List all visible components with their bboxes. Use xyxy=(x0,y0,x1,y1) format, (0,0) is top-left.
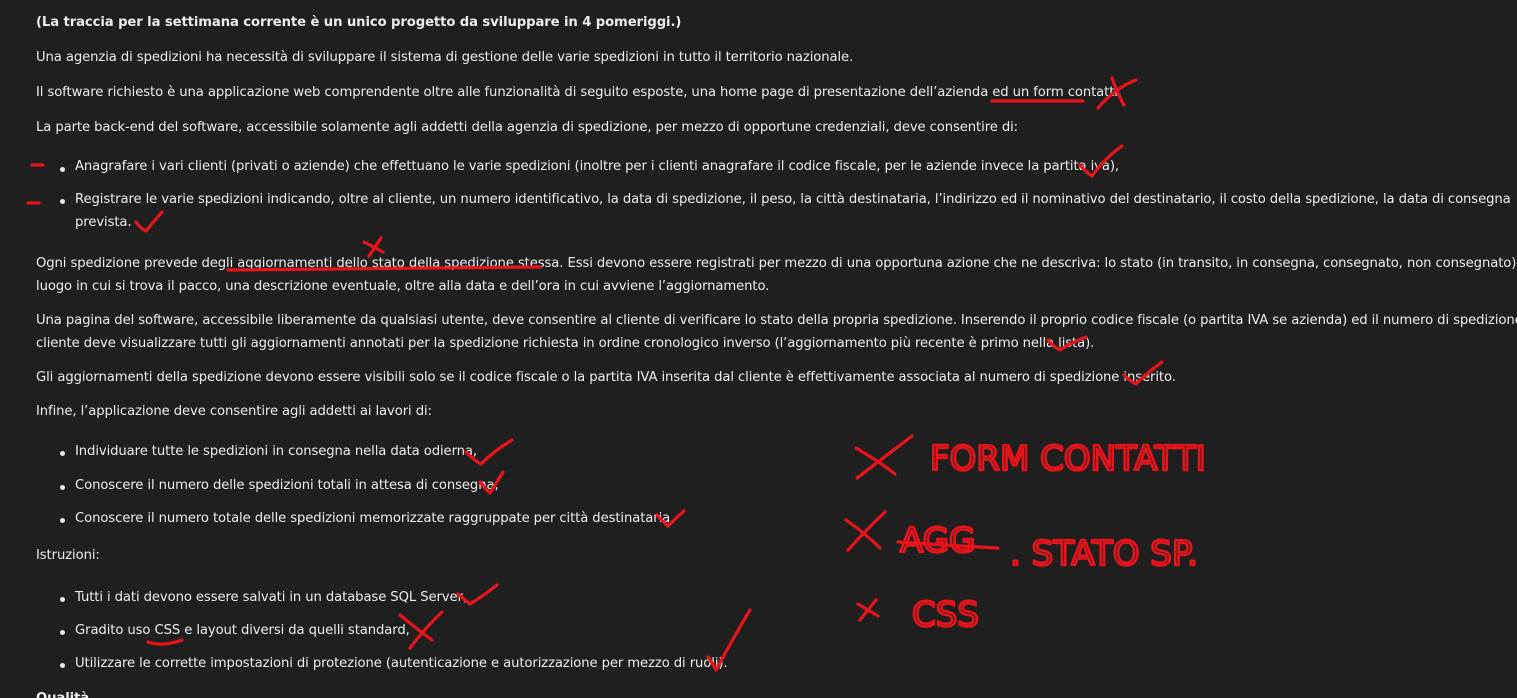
bullet-dot xyxy=(60,597,65,602)
list-item-spedizioni-cont: prevista. xyxy=(75,215,132,230)
paragraph-backend: La parte back-end del software, accessib… xyxy=(36,120,1019,135)
list-item-attesa: Conoscere il numero delle spedizioni tot… xyxy=(75,478,499,493)
document-heading: (La traccia per la settimana corrente è … xyxy=(36,15,682,30)
bullet-dot xyxy=(60,167,65,172)
document-page: (La traccia per la settimana corrente è … xyxy=(0,0,1517,698)
paragraph-aggiornamenti: Ogni spedizione prevede degli aggiorname… xyxy=(36,256,1517,271)
paragraph-software: Il software richiesto è una applicazione… xyxy=(36,85,1122,100)
list-item-per-citta: Conoscere il numero totale delle spedizi… xyxy=(75,511,675,526)
list-item-css: Gradito uso CSS e layout diversi da quel… xyxy=(75,623,410,638)
bullet-dot xyxy=(60,485,65,490)
cutoff-heading: Qualità xyxy=(36,688,89,698)
paragraph-istruzioni: Istruzioni: xyxy=(36,548,100,563)
bullet-dot xyxy=(60,199,65,204)
bullet-dot xyxy=(60,630,65,635)
paragraph-pagina-pubblica-cont: cliente deve visualizzare tutti gli aggi… xyxy=(36,336,1095,351)
list-item-consegna-oggi: Individuare tutte le spedizioni in conse… xyxy=(75,444,477,459)
paragraph-infine: Infine, l’applicazione deve consentire a… xyxy=(36,404,432,419)
paragraph-intro: Una agenzia di spedizioni ha necessità d… xyxy=(36,50,854,65)
bullet-dot xyxy=(60,451,65,456)
list-item-spedizioni: Registrare le varie spedizioni indicando… xyxy=(75,192,1511,207)
bullet-dot xyxy=(60,518,65,523)
list-item-clienti: Anagrafare i vari clienti (privati o azi… xyxy=(75,159,1120,174)
list-item-sql-server: Tutti i dati devono essere salvati in un… xyxy=(75,590,467,605)
paragraph-pagina-pubblica: Una pagina del software, accessibile lib… xyxy=(36,313,1517,328)
paragraph-aggiornamenti-cont: luogo in cui si trova il pacco, una desc… xyxy=(36,279,770,294)
list-item-protezione: Utilizzare le corrette impostazioni di p… xyxy=(75,656,728,671)
paragraph-visibilita: Gli aggiornamenti della spedizione devon… xyxy=(36,370,1176,385)
bullet-dot xyxy=(60,663,65,668)
